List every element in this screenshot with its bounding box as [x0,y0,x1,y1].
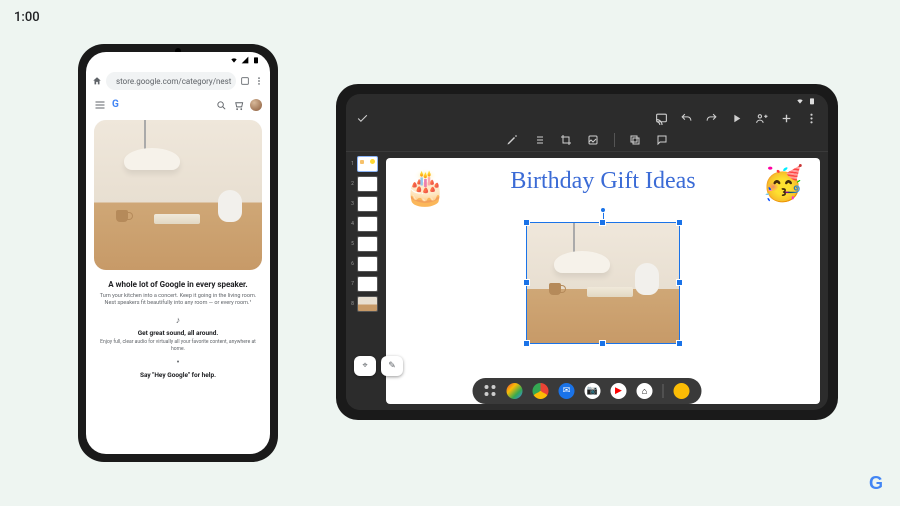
slide-thumb[interactable]: 7 [350,276,378,292]
assistant-icon: • [94,358,262,368]
site-header: G [86,94,270,116]
slideshow-icon[interactable] [730,112,743,125]
feature-2-title: Say "Hey Google" for help. [94,371,262,379]
phone-screen: store.google.com/category/nest G [86,52,270,454]
editor-area: 1 2 3 4 5 6 7 8 Birthday Gift Ideas 🎂 🥳 [346,152,828,410]
tablet-taskbar: ✉ 📷 ▶ ⌂ [473,378,702,404]
url-field[interactable]: store.google.com/category/nest [106,72,236,90]
redo-icon[interactable] [705,112,718,125]
phone-device-frame: store.google.com/category/nest G [78,44,278,462]
slide-title-text[interactable]: Birthday Gift Ideas [386,168,820,195]
home-app-icon[interactable]: ⌂ [637,383,653,399]
edit-pencil-icon[interactable] [506,133,519,146]
editor-toolbar [346,128,828,152]
wifi-icon [230,56,238,64]
copy-icon[interactable] [629,133,642,146]
resize-handle[interactable] [523,340,530,347]
signal-icon [241,56,249,64]
tablet-device-frame: 1 2 3 4 5 6 7 8 Birthday Gift Ideas 🎂 🥳 [336,84,838,420]
presenter-timestamp: 1:00 [14,10,40,25]
text-selection-chip[interactable]: ⌖ [354,356,376,376]
more-menu-icon[interactable] [805,112,818,125]
floating-tool-chips: ⌖ ✎ [354,356,403,376]
crop-icon[interactable] [560,133,573,146]
cake-emoji-icon[interactable]: 🎂 [404,168,446,208]
youtube-app-icon[interactable]: ▶ [611,383,627,399]
slide-canvas[interactable]: Birthday Gift Ideas 🎂 🥳 [386,158,820,404]
resize-handle[interactable] [676,279,683,286]
battery-icon [252,56,260,64]
hero-description: Turn your kitchen into a concert. Keep i… [98,293,258,307]
add-icon[interactable] [780,112,793,125]
avatar[interactable] [250,99,262,111]
browser-menu-icon[interactable] [254,76,264,86]
feature-1-title: Get great sound, all around. [94,329,262,337]
resize-handle[interactable] [523,279,530,286]
messages-app-icon[interactable]: ✉ [559,383,575,399]
browser-url-bar: store.google.com/category/nest [86,68,270,94]
page-content[interactable]: A whole lot of Google in every speaker. … [86,116,270,454]
cast-icon[interactable] [655,112,668,125]
slide-thumb[interactable]: 3 [350,196,378,212]
app-drawer-icon[interactable] [485,385,497,397]
selected-image[interactable] [526,222,680,344]
party-face-emoji-icon[interactable]: 🥳 [762,164,804,204]
resize-handle[interactable] [676,340,683,347]
comment-icon[interactable] [656,133,669,146]
slide-thumb[interactable]: 8 [350,296,378,312]
resize-handle[interactable] [676,219,683,226]
google-logo-icon: G [112,99,124,111]
undo-icon[interactable] [680,112,693,125]
mask-image-icon[interactable] [587,133,600,146]
tablet-status-bar [346,94,828,108]
pen-tool-chip[interactable]: ✎ [381,356,403,376]
tabs-icon[interactable] [240,76,250,86]
google-g-logo-icon: G [869,473,882,494]
done-check-icon[interactable] [356,112,369,125]
share-add-person-icon[interactable] [755,112,768,125]
feature-1-desc: Enjoy full, clear audio for virtually al… [100,339,256,352]
gmail-app-icon[interactable] [507,383,523,399]
rotate-handle[interactable] [600,207,606,213]
camera-app-icon[interactable]: 📷 [585,383,601,399]
audio-icon: ♪ [94,315,262,326]
hero-image [94,120,262,270]
recent-app-icon[interactable] [674,383,690,399]
slide-thumb[interactable]: 1 [350,156,378,172]
search-icon[interactable] [216,100,227,111]
site-menu-icon[interactable] [94,99,106,111]
resize-handle[interactable] [523,219,530,226]
slide-thumb[interactable]: 4 [350,216,378,232]
tablet-screen: 1 2 3 4 5 6 7 8 Birthday Gift Ideas 🎂 🥳 [346,94,828,410]
slide-thumb[interactable]: 5 [350,236,378,252]
slide-thumb[interactable]: 2 [350,176,378,192]
hero-title: A whole lot of Google in every speaker. [94,280,262,289]
battery-icon [808,97,816,105]
app-action-bar [346,108,828,128]
slide-thumb[interactable]: 6 [350,256,378,272]
list-icon[interactable] [533,133,546,146]
resize-handle[interactable] [599,219,606,226]
resize-handle[interactable] [599,340,606,347]
home-icon[interactable] [92,76,102,86]
cart-icon[interactable] [233,100,244,111]
phone-status-bar [86,52,270,68]
wifi-icon [796,97,804,105]
chrome-app-icon[interactable] [533,383,549,399]
url-text: store.google.com/category/nest [116,77,231,86]
